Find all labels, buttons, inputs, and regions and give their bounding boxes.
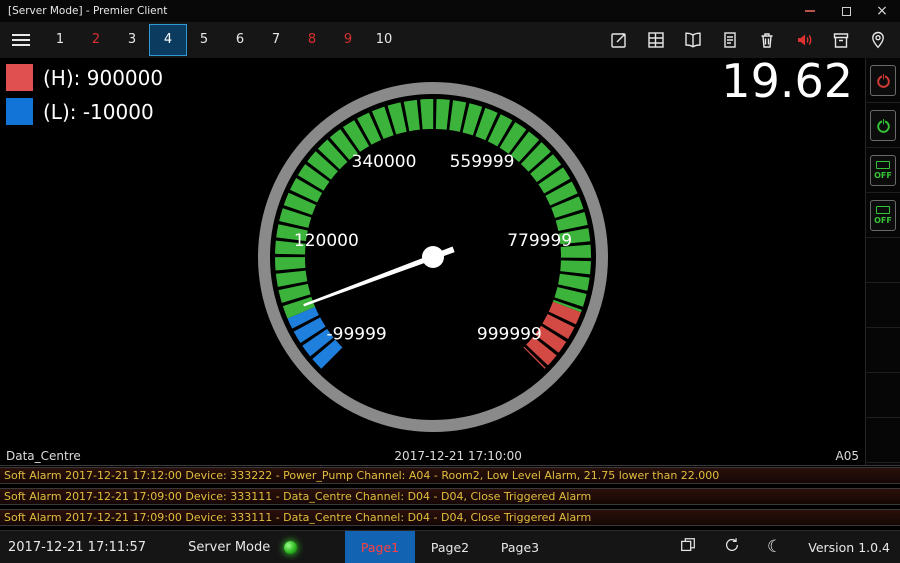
toggle-off-button-2[interactable]: OFF [866,193,900,238]
gauge-footer: Data_Centre 2017-12-21 17:10:00 A05 [0,449,865,463]
gauge-chart: -99999 120000 340000 559999 779999 999999 [233,58,633,457]
power-icon [875,117,892,134]
toggle-state-label: OFF [874,171,892,180]
channel-id: A05 [836,449,859,463]
maximize-icon [842,7,851,16]
tab-bar: 12345678910 [0,22,900,58]
page-tab-page3[interactable]: Page3 [485,531,555,563]
tab-3[interactable]: 3 [114,25,150,55]
svg-text:340000: 340000 [352,152,417,172]
gauge-panel: (H): 900000 (L): -10000 19.62 -99999 1200… [0,58,865,465]
svg-text:-99999: -99999 [327,324,387,344]
window-title: [Server Mode] - Premier Client [8,5,167,17]
device-name: Data_Centre [6,449,81,463]
toggle-device-icon [876,206,890,214]
tab-8[interactable]: 8 [294,25,330,55]
svg-text:559999: 559999 [450,152,515,172]
tab-10[interactable]: 10 [366,25,402,55]
main-panel: (H): 900000 (L): -10000 19.62 -99999 1200… [0,58,900,466]
status-bar-right: ☾ Version 1.0.4 [679,536,890,558]
page-tabs: Page1Page2Page3 [345,531,555,563]
tab-4[interactable]: 4 [150,25,186,55]
svg-text:779999: 779999 [507,231,572,251]
svg-text:120000: 120000 [294,231,359,251]
alarm-list: Soft Alarm 2017-12-21 17:12:00 Device: 3… [0,466,900,530]
current-value: 19.62 [721,58,853,108]
side-panel: OFF OFF [865,58,900,465]
toggle-off-button-1[interactable]: OFF [866,148,900,193]
tab-6[interactable]: 6 [222,25,258,55]
limit-legend: (H): 900000 (L): -10000 [6,64,163,132]
trash-icon[interactable] [757,30,777,50]
power-icon [875,72,892,89]
side-cell-empty [866,283,900,328]
side-cell-empty [866,418,900,463]
close-button[interactable]: × [864,0,900,22]
page-tab-page2[interactable]: Page2 [415,531,485,563]
minimize-button[interactable] [792,0,828,22]
toolbar [609,30,900,50]
low-limit-label: (L): -10000 [43,100,154,124]
page-number-tabs: 12345678910 [42,22,402,58]
toggle-device-icon [876,161,890,169]
cascade-windows-icon[interactable] [679,536,697,558]
grid-icon[interactable] [646,30,666,50]
maximize-button[interactable] [828,0,864,22]
status-bar: 2017-12-21 17:11:57 Server Mode Page1Pag… [0,530,900,563]
speaker-icon[interactable] [794,30,814,50]
alarm-row[interactable]: Soft Alarm 2017-12-21 17:09:00 Device: 3… [0,488,900,505]
edit-icon[interactable] [609,30,629,50]
tab-7[interactable]: 7 [258,25,294,55]
power-green-button[interactable] [866,103,900,148]
alarm-row[interactable]: Soft Alarm 2017-12-21 17:12:00 Device: 3… [0,467,900,484]
minimize-icon [805,10,815,12]
sync-icon[interactable] [723,536,741,558]
tab-2[interactable]: 2 [78,25,114,55]
version-label: Version 1.0.4 [808,540,890,555]
note-icon[interactable] [720,30,740,50]
hamburger-menu-icon[interactable] [0,22,42,58]
power-red-button[interactable] [866,58,900,103]
alarm-row[interactable]: Soft Alarm 2017-12-21 17:09:00 Device: 3… [0,509,900,526]
page-tab-page1[interactable]: Page1 [345,531,415,563]
tab-5[interactable]: 5 [186,25,222,55]
book-icon[interactable] [683,30,703,50]
window-controls: × [792,0,900,22]
archive-icon[interactable] [831,30,851,50]
dark-mode-moon-icon[interactable]: ☾ [767,537,782,557]
svg-text:999999: 999999 [477,324,542,344]
pin-icon[interactable] [868,30,888,50]
side-cell-empty [866,238,900,283]
side-cell-empty [866,328,900,373]
low-limit-swatch [6,98,33,125]
title-bar: [Server Mode] - Premier Client × [0,0,900,22]
status-time: 2017-12-21 17:11:57 [8,540,146,555]
side-cell-empty [866,373,900,418]
toggle-state-label: OFF [874,216,892,225]
high-limit-swatch [6,64,33,91]
server-mode-label: Server Mode [188,540,270,555]
status-led [284,541,297,554]
tab-9[interactable]: 9 [330,25,366,55]
high-limit-label: (H): 900000 [43,66,163,90]
tab-1[interactable]: 1 [42,25,78,55]
gauge-timestamp: 2017-12-21 17:10:00 [394,449,521,463]
